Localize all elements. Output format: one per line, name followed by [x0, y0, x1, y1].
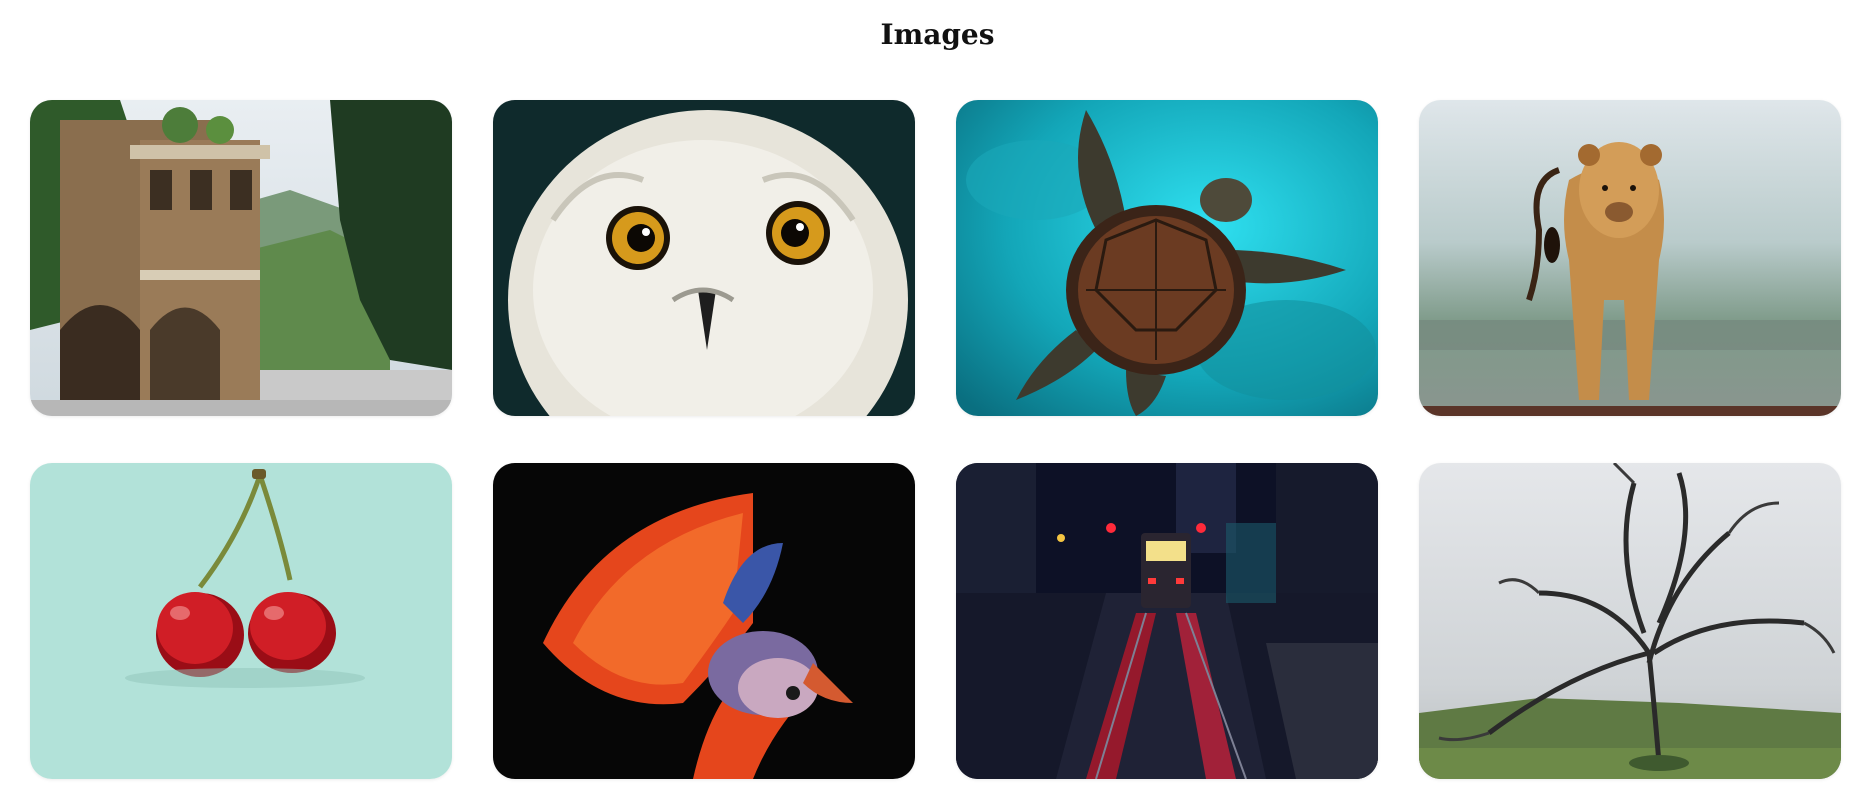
image-gallery	[0, 0, 1875, 791]
gallery-image-lioness[interactable]	[1419, 100, 1841, 416]
gallery-image-betta-fish[interactable]	[493, 463, 915, 779]
gallery-image-sea-turtle[interactable]	[956, 100, 1378, 416]
gallery-image-stone-mansion[interactable]	[30, 100, 452, 416]
gallery-image-bare-tree-in-fog[interactable]	[1419, 463, 1841, 779]
gallery-image-cherries[interactable]	[30, 463, 452, 779]
gallery-image-night-tram-street[interactable]	[956, 463, 1378, 779]
gallery-image-snowy-owl[interactable]	[493, 100, 915, 416]
